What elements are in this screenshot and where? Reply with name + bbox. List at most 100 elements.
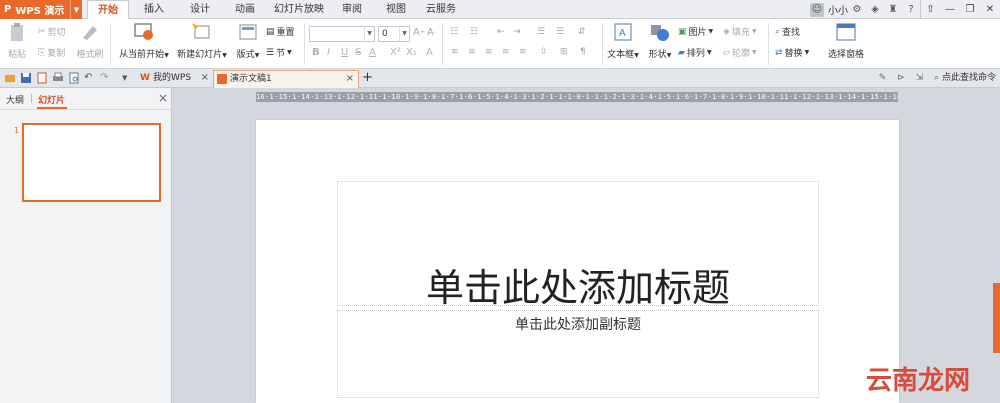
- minimize-icon[interactable]: —: [940, 0, 960, 19]
- subtitle-placeholder[interactable]: 单击此处添加副标题: [337, 310, 819, 398]
- user-name[interactable]: 小小: [828, 2, 848, 17]
- layout-label: 版式: [236, 50, 255, 60]
- tab-document[interactable]: 演示文稿1 ×: [213, 70, 359, 88]
- separator: [442, 23, 443, 65]
- print-preview-icon[interactable]: [68, 72, 80, 84]
- paragraph-settings-icon[interactable]: ¶: [580, 47, 586, 57]
- reset-button[interactable]: ▤ 重置: [266, 25, 295, 39]
- selection-pane-button[interactable]: 选择窗格: [826, 22, 866, 60]
- print-icon[interactable]: [52, 72, 64, 84]
- tab-design[interactable]: 设计: [182, 0, 218, 19]
- shirt-icon[interactable]: ♜: [886, 3, 900, 17]
- play-slide-icon: [133, 22, 155, 42]
- picture-button[interactable]: ▣ 图片 ▼: [678, 25, 713, 39]
- format-painter-button[interactable]: 格式刷: [74, 22, 106, 60]
- decrease-indent-icon[interactable]: ⇤: [497, 27, 505, 37]
- layout-button[interactable]: 版式▼: [233, 22, 263, 60]
- italic-icon[interactable]: I: [327, 47, 330, 58]
- text-direction-icon[interactable]: ⇵: [578, 27, 586, 37]
- skin-icon[interactable]: ◈: [868, 3, 882, 17]
- tab-outline[interactable]: 大纲: [6, 93, 24, 106]
- tab-cloud[interactable]: 云服务: [421, 0, 461, 19]
- arrange-button[interactable]: ▰ 排列 ▼: [678, 46, 712, 60]
- clear-format-icon[interactable]: A: [426, 47, 433, 58]
- tab-my-wps-label: 我的WPS: [153, 73, 192, 83]
- horizontal-ruler[interactable]: 16·1·15·1·14·1·13·1·12·1·11·1·10·1·9·1·8…: [256, 92, 898, 102]
- save-icon[interactable]: [20, 72, 32, 84]
- close-icon[interactable]: ×: [346, 71, 354, 87]
- line-spacing-icon[interactable]: ☰: [537, 27, 545, 37]
- align-right-icon[interactable]: ≡: [485, 47, 493, 57]
- subscript-icon[interactable]: X₂: [406, 47, 417, 58]
- textbox-button[interactable]: A 文本框▼: [606, 22, 640, 60]
- share-icon[interactable]: ⊳: [897, 73, 905, 83]
- paste-button[interactable]: 粘贴: [4, 22, 30, 60]
- tab-home[interactable]: 开始: [87, 0, 129, 20]
- font-shrink-icon[interactable]: A-: [427, 27, 436, 38]
- font-color-icon[interactable]: A: [369, 47, 376, 58]
- new-tab-button[interactable]: +: [360, 70, 373, 88]
- play-from-current-button[interactable]: 从当前开始▼: [116, 22, 172, 60]
- underline-icon[interactable]: U: [341, 47, 348, 58]
- tab-review[interactable]: 审阅: [334, 0, 370, 19]
- distribute-icon[interactable]: ≡: [519, 47, 527, 57]
- copy-button[interactable]: ⎘ 复制: [38, 46, 65, 60]
- avatar[interactable]: ☺: [810, 2, 824, 17]
- justify-icon[interactable]: ≡: [502, 47, 510, 57]
- shape-button[interactable]: 形状▼: [645, 22, 675, 60]
- ribbon-toggle-icon[interactable]: ⇧: [920, 0, 940, 19]
- tab-my-wps[interactable]: W 我的WPS ×: [137, 70, 213, 88]
- align-left-icon[interactable]: ≡: [451, 47, 459, 57]
- chevron-down-icon[interactable]: ▼: [70, 0, 82, 19]
- subtitle-placeholder-text: 单击此处添加副标题: [515, 317, 641, 333]
- replace-button[interactable]: ⇄ 替换 ▼: [775, 46, 809, 60]
- settings-icon[interactable]: ⚙: [850, 3, 864, 17]
- font-name-select[interactable]: ▼: [309, 26, 375, 42]
- title-placeholder[interactable]: 单击此处添加标题: [337, 181, 819, 310]
- close-icon[interactable]: ✕: [980, 0, 1000, 19]
- slide-thumbnail[interactable]: [22, 123, 161, 202]
- bullets-icon[interactable]: ☷: [450, 27, 458, 37]
- tab-animation[interactable]: 动画: [227, 0, 263, 19]
- undo-icon[interactable]: ↶: [84, 72, 96, 84]
- bold-icon[interactable]: B: [312, 47, 320, 58]
- columns-icon[interactable]: ☰: [556, 27, 564, 37]
- chevron-down-icon[interactable]: ▼: [122, 74, 134, 86]
- slide[interactable]: 单击此处添加标题 单击此处添加副标题: [256, 120, 899, 403]
- export-icon[interactable]: [36, 72, 48, 84]
- command-search[interactable]: ✎ ⊳ ⇲ ⌕ 点此查找命令: [879, 69, 996, 88]
- expand-icon[interactable]: ⇲: [916, 73, 924, 83]
- font-size-select[interactable]: 0 ▼: [378, 26, 410, 42]
- section-button[interactable]: ☰ 节 ▼: [266, 46, 292, 60]
- smartart-icon[interactable]: ⊞: [560, 47, 568, 57]
- tab-slides[interactable]: 幻灯片: [38, 93, 65, 106]
- restore-icon[interactable]: ❐: [960, 0, 980, 19]
- picture-icon: ▣: [678, 26, 687, 37]
- font-grow-icon[interactable]: A +: [413, 27, 425, 38]
- numbering-icon[interactable]: ☷: [470, 27, 478, 37]
- close-icon[interactable]: ×: [201, 70, 209, 86]
- app-menu-button[interactable]: P WPS 演示 ▼: [0, 0, 82, 19]
- side-panel-toggle[interactable]: [993, 283, 1000, 353]
- align-center-icon[interactable]: ≡: [468, 47, 476, 57]
- tab-slideshow[interactable]: 幻灯片放映: [271, 0, 327, 19]
- redo-icon[interactable]: ↷: [100, 72, 112, 84]
- cut-button[interactable]: ✂ 剪切: [38, 25, 66, 39]
- strikethrough-icon[interactable]: S: [355, 47, 361, 58]
- pin-icon[interactable]: ✎: [879, 73, 887, 83]
- open-folder-icon[interactable]: [4, 72, 16, 84]
- tab-insert[interactable]: 插入: [136, 0, 172, 19]
- vertical-align-icon[interactable]: ⇳: [540, 47, 548, 57]
- replace-label: 替换: [784, 49, 803, 59]
- outline-button[interactable]: ▱ 轮廓 ▼: [723, 46, 757, 60]
- close-icon[interactable]: ×: [158, 91, 168, 105]
- new-slide-button[interactable]: 新建幻灯片▼: [175, 22, 229, 60]
- separator: [304, 23, 305, 65]
- superscript-icon[interactable]: X²: [390, 47, 401, 58]
- help-icon[interactable]: ?: [904, 3, 918, 17]
- find-button[interactable]: ⌕ 查找: [775, 25, 800, 39]
- tab-view[interactable]: 视图: [378, 0, 414, 19]
- increase-indent-icon[interactable]: ⇥: [513, 27, 521, 37]
- fill-button[interactable]: ◈ 填充 ▼: [723, 25, 757, 39]
- user-area: ☺ 小小 ⚙ ◈ ♜ ? ⇧ — ❐ ✕: [808, 0, 1000, 19]
